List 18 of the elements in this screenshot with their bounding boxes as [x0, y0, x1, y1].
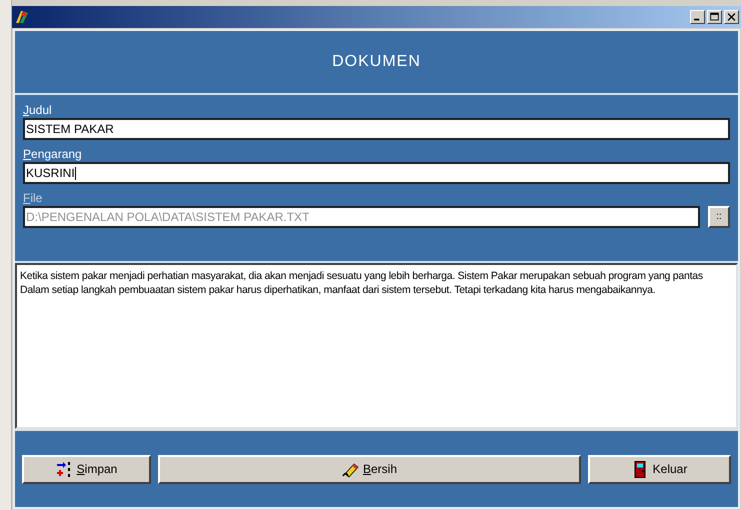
- maximize-button[interactable]: [707, 10, 722, 24]
- memo-area[interactable]: [15, 263, 738, 429]
- clear-button[interactable]: Bersih: [158, 454, 581, 484]
- close-button[interactable]: [724, 10, 739, 24]
- text-field[interactable]: KUSRINI: [23, 162, 730, 184]
- exit-button[interactable]: Keluar: [588, 454, 731, 484]
- field-label: File: [23, 191, 42, 206]
- memo-text-line: Dalam setiap langkah pembuaatan sistem pakar harus diperhatikan, manfaat dari sistem tersebut. Tetapi terkadang kita harus mengabaikannya.: [20, 283, 656, 297]
- field-label: Judul: [23, 103, 52, 118]
- eraser-icon: [342, 460, 359, 478]
- text-field[interactable]: SISTEM PAKAR: [23, 118, 730, 140]
- minimize-button[interactable]: [690, 10, 705, 24]
- field-label: Pengarang: [23, 147, 82, 162]
- arrows-icon: [56, 460, 73, 478]
- header-title: DOKUMEN: [332, 52, 421, 72]
- memo-text-line: Ketika sistem pakar menjadi perhatian masyarakat, dia akan menjadi sesuatu yang lebih berharga. Sistem Pakar merupakan sebuah program yang pantas: [20, 269, 703, 283]
- app-icon: [14, 9, 30, 25]
- save-button[interactable]: Simpan: [22, 454, 151, 484]
